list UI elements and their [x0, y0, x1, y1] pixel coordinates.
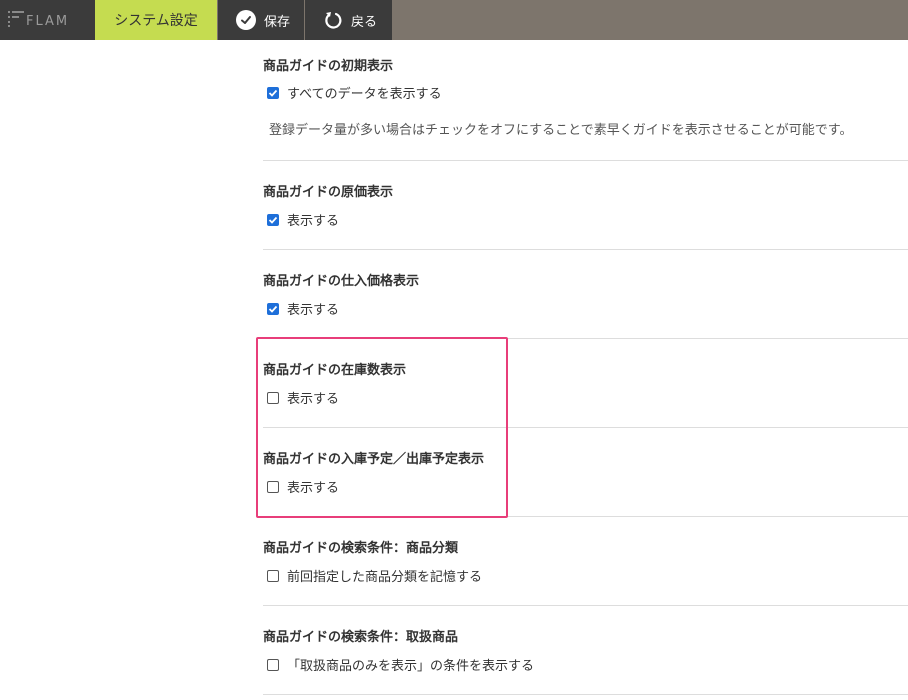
- checkbox-row[interactable]: 表示する: [267, 477, 339, 496]
- checkbox-row[interactable]: 「取扱商品のみを表示」の条件を表示する: [267, 655, 534, 674]
- section-title: 商品ガイドの入庫予定／出庫予定表示: [263, 452, 485, 467]
- setting-cost-display: 商品ガイドの原価表示 表示する: [263, 161, 908, 250]
- setting-stock-display: 商品ガイドの在庫数表示 表示する: [263, 339, 908, 428]
- undo-icon: [325, 12, 342, 29]
- checkbox-label: 前回指定した商品分類を記憶する: [287, 570, 483, 585]
- checkbox-checked[interactable]: [267, 86, 279, 99]
- checkmark-icon: [236, 10, 256, 30]
- checkbox-unchecked[interactable]: [267, 480, 279, 493]
- checkbox-label: 表示する: [287, 303, 340, 318]
- back-button-label: 戻る: [351, 14, 378, 30]
- save-button[interactable]: 保存: [218, 0, 304, 40]
- back-button[interactable]: 戻る: [305, 0, 392, 40]
- section-title: 商品ガイドの検索条件：取扱商品: [263, 630, 459, 645]
- settings-list: 商品ガイドの初期表示 すべてのデータを表示する 登録データ量が多い場合はチェック…: [263, 40, 908, 695]
- app-logo: FLAM: [0, 0, 95, 40]
- setting-incoming-outgoing-display: 商品ガイドの入庫予定／出庫予定表示 表示する: [263, 428, 908, 517]
- help-note: 登録データ量が多い場合はチェックをオフにすることで素早くガイドを表示させることが…: [269, 123, 853, 138]
- logo-grid-icon: [8, 11, 24, 27]
- checkbox-checked[interactable]: [267, 213, 279, 226]
- setting-purchase-price-display: 商品ガイドの仕入価格表示 表示する: [263, 250, 908, 339]
- tab-system-settings-label: システム設定: [114, 13, 198, 29]
- checkbox-label: 「取扱商品のみを表示」の条件を表示する: [287, 659, 535, 674]
- checkbox-unchecked[interactable]: [267, 391, 279, 404]
- logo-text: FLAM: [26, 14, 70, 29]
- checkbox-label: 表示する: [287, 214, 340, 229]
- checkbox-label: 表示する: [287, 392, 340, 407]
- top-toolbar: FLAM システム設定 保存 戻る: [0, 0, 908, 40]
- checkbox-row[interactable]: 前回指定した商品分類を記憶する: [267, 566, 482, 585]
- checkbox-unchecked[interactable]: [267, 569, 279, 582]
- checkbox-row[interactable]: すべてのデータを表示する: [267, 83, 442, 102]
- section-title: 商品ガイドの仕入価格表示: [263, 274, 420, 289]
- check-icon: [268, 305, 278, 313]
- checkbox-row[interactable]: 表示する: [267, 388, 339, 407]
- checkbox-label: 表示する: [287, 481, 340, 496]
- checkbox-row[interactable]: 表示する: [267, 299, 339, 318]
- checkbox-unchecked[interactable]: [267, 658, 279, 671]
- check-icon: [268, 216, 278, 224]
- save-button-label: 保存: [264, 14, 291, 30]
- check-icon: [268, 89, 278, 97]
- checkbox-label: すべてのデータを表示する: [287, 87, 442, 102]
- section-title: 商品ガイドの検索条件：商品分類: [263, 541, 459, 556]
- setting-initial-display: 商品ガイドの初期表示 すべてのデータを表示する 登録データ量が多い場合はチェック…: [263, 40, 908, 161]
- tab-system-settings[interactable]: システム設定: [95, 0, 217, 40]
- section-title: 商品ガイドの在庫数表示: [263, 363, 407, 378]
- checkbox-row[interactable]: 表示する: [267, 210, 339, 229]
- section-title: 商品ガイドの原価表示: [263, 185, 394, 200]
- setting-search-handled-items: 商品ガイドの検索条件：取扱商品 「取扱商品のみを表示」の条件を表示する: [263, 606, 908, 695]
- checkbox-checked[interactable]: [267, 302, 279, 315]
- setting-search-category: 商品ガイドの検索条件：商品分類 前回指定した商品分類を記憶する: [263, 517, 908, 606]
- section-title: 商品ガイドの初期表示: [263, 59, 394, 74]
